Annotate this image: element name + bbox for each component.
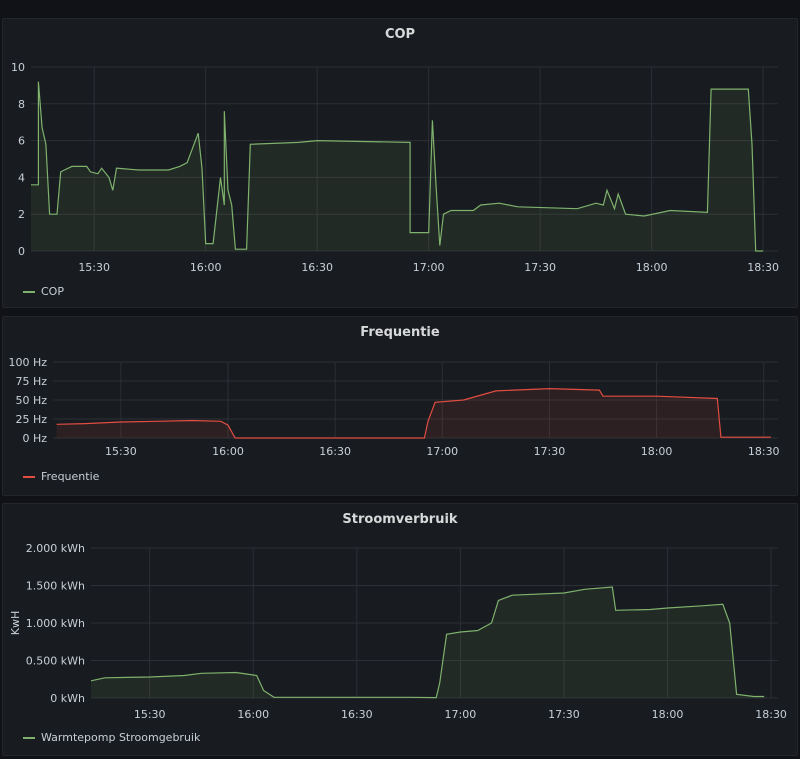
x-tick-label: 17:00	[413, 261, 445, 274]
x-tick-label: 17:30	[524, 261, 556, 274]
y-tick-label: 8	[18, 98, 25, 111]
legend-swatch	[23, 475, 35, 478]
legend[interactable]: Warmtepomp Stroomgebruik	[23, 731, 200, 744]
x-tick-label: 17:30	[534, 445, 566, 458]
x-tick-label: 18:30	[755, 708, 787, 721]
cop-panel: COP 0 2 4 6 8 10 15:30 16:00 16:30 17:00 17:30 18:0…	[2, 18, 798, 308]
legend-label: COP	[41, 285, 64, 298]
y-tick-label: 0 Hz	[22, 432, 47, 445]
y-tick-label: 10	[11, 61, 25, 74]
x-tick-label: 16:30	[301, 261, 333, 274]
stroomverbruik-chart: 0 kWh 0.500 kWh 1.000 kWh 1.500 kWh 2.000 kW…	[9, 542, 787, 721]
y-tick-label: 2.000 kWh	[26, 542, 85, 555]
legend-swatch	[23, 290, 35, 293]
y-tick-label: 75 Hz	[15, 375, 47, 388]
x-tick-label: 15:30	[78, 261, 110, 274]
y-tick-label: 25 Hz	[15, 413, 47, 426]
x-tick-label: 15:30	[134, 708, 166, 721]
legend[interactable]: Frequentie	[23, 470, 99, 483]
y-tick-label: 0 kWh	[50, 692, 85, 705]
x-tick-label: 16:30	[341, 708, 373, 721]
y-tick-label: 0	[18, 245, 25, 258]
x-tick-label: 18:00	[641, 445, 673, 458]
y-tick-label: 4	[18, 171, 25, 184]
x-tick-label: 18:00	[636, 261, 668, 274]
legend-swatch	[23, 736, 35, 739]
frequentie-chart: 0 Hz 25 Hz 50 Hz 75 Hz 100 Hz 15:30 16:00 16:30…	[8, 356, 780, 458]
legend[interactable]: COP	[23, 285, 64, 298]
x-tick-label: 17:00	[445, 708, 477, 721]
y-tick-label: 1.000 kWh	[26, 617, 85, 630]
y-tick-label: 1.500 kWh	[26, 580, 85, 593]
x-tick-label: 18:30	[747, 261, 779, 274]
frequentie-panel: Frequentie 0 Hz 25 Hz 50 Hz 75 Hz 100 Hz 15:3…	[2, 316, 798, 496]
x-tick-label: 16:00	[237, 708, 269, 721]
y-tick-label: 2	[18, 208, 25, 221]
y-axis-title: KwH	[9, 611, 22, 635]
x-tick-label: 18:30	[748, 445, 780, 458]
series-area	[91, 587, 765, 698]
x-tick-label: 15:30	[105, 445, 137, 458]
x-tick-label: 18:00	[652, 708, 684, 721]
y-tick-label: 100 Hz	[8, 356, 47, 369]
x-tick-label: 16:00	[190, 261, 222, 274]
legend-label: Warmtepomp Stroomgebruik	[41, 731, 201, 744]
legend-label: Frequentie	[41, 470, 100, 483]
x-tick-label: 17:00	[426, 445, 458, 458]
x-tick-label: 17:30	[548, 708, 580, 721]
y-tick-label: 0.500 kWh	[26, 655, 85, 668]
y-tick-label: 6	[18, 135, 25, 148]
stroomverbruik-panel: Stroomverbruik 0 kWh 0.500 kWh 1.000 kWh 1.…	[2, 503, 798, 756]
x-tick-label: 16:00	[212, 445, 244, 458]
x-tick-label: 16:30	[319, 445, 351, 458]
series-area	[31, 81, 764, 251]
y-tick-label: 50 Hz	[15, 394, 47, 407]
cop-chart: 0 2 4 6 8 10 15:30 16:00 16:30 17:00 17:30 18:00 18:…	[11, 61, 779, 274]
